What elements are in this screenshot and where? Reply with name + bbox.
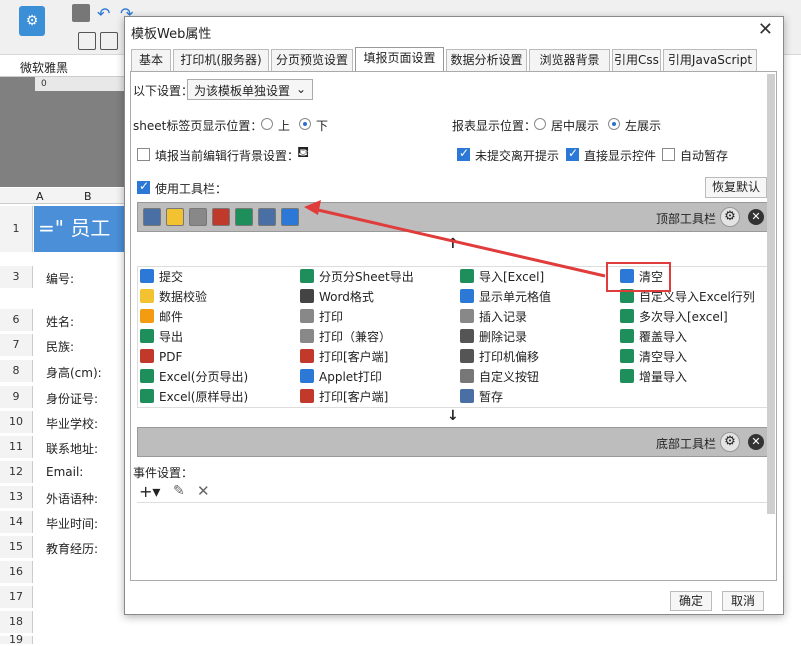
arrow-line <box>317 208 606 278</box>
annotation-arrow <box>304 200 606 278</box>
arrow-head <box>304 200 321 215</box>
